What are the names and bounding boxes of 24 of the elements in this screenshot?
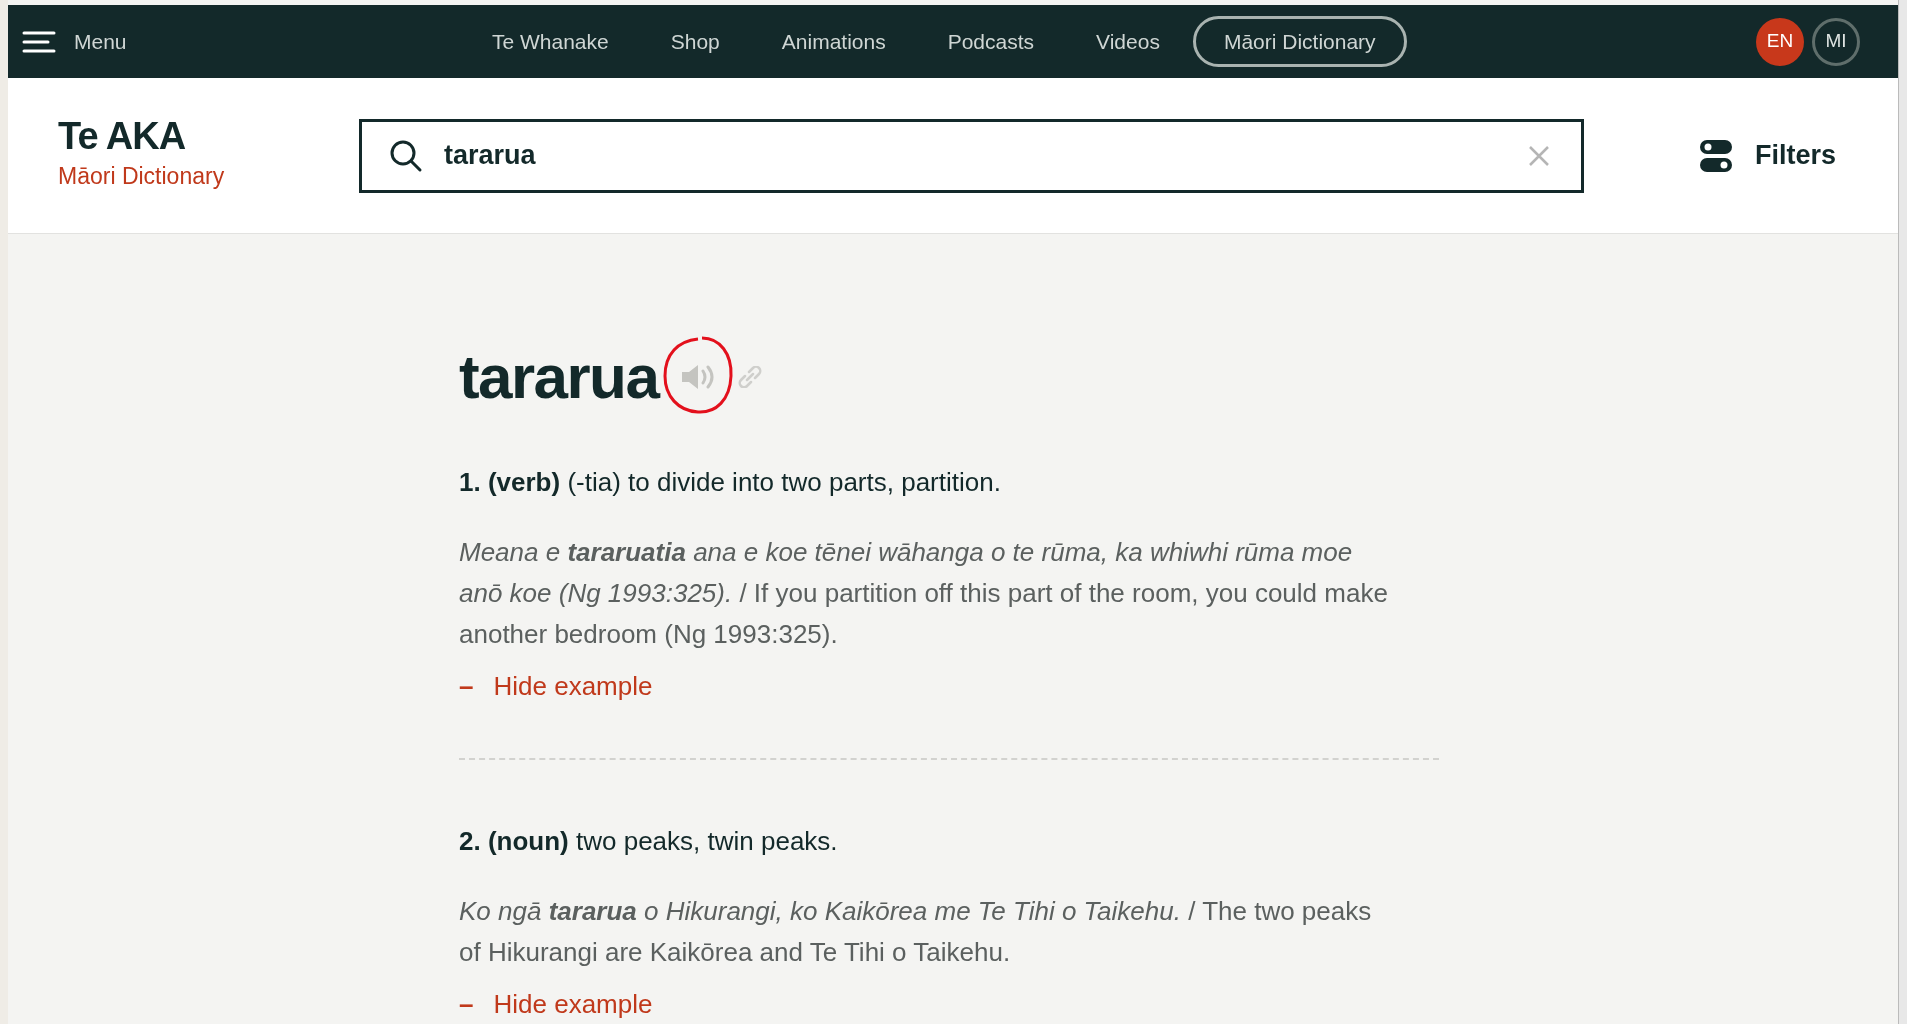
- toggle-icon: [1698, 138, 1733, 173]
- definition-text: 1. (verb) (-tia) to divide into two parts, partition.: [459, 466, 1002, 499]
- nav-link[interactable]: Videos: [1067, 15, 1189, 68]
- nav-link[interactable]: Shop: [641, 15, 749, 68]
- search-field[interactable]: tararua: [359, 118, 1584, 193]
- example-text: Meana e tararuatia ana e koe tēnei wāhanga o te rūma, ka whiwhi rūma moe anō koe (Ng 1993:325). / If you partition off this part of the room, you could make another bedroom (Ng 1993:325).: [459, 536, 1389, 651]
- hide-example-link[interactable]: – Hide example: [459, 667, 653, 706]
- clear-icon[interactable]: [1528, 144, 1550, 167]
- search-icon: [389, 138, 423, 173]
- language-button[interactable]: MI: [1812, 17, 1860, 66]
- language-button[interactable]: EN: [1756, 17, 1804, 66]
- filters-button[interactable]: Filters: [1698, 135, 1836, 176]
- headword: tararua: [459, 346, 659, 408]
- nav-link[interactable]: Māori Dictionary: [1192, 15, 1407, 68]
- nav-link[interactable]: Podcasts: [918, 15, 1064, 68]
- nav-link[interactable]: Te Whanake: [463, 15, 638, 68]
- definition-text: 2. (noun) two peaks, twin peaks.: [459, 825, 839, 858]
- menu-icon: [22, 29, 56, 54]
- example-text: Ko ngā tararua o Hikurangi, ko Kaikōrea me Te Tihi o Taikehu. / The two peaks of Hikurangi are Kaikōrea and Te Tihi o Taikehu.: [459, 895, 1373, 969]
- nav-link[interactable]: Animations: [752, 15, 915, 68]
- logo-subtitle[interactable]: Māori Dictionary: [58, 159, 359, 194]
- menu-button[interactable]: Menu: [22, 25, 127, 58]
- logo-title[interactable]: Te AKA: [58, 117, 359, 156]
- hide-example-link[interactable]: – Hide example: [459, 985, 653, 1024]
